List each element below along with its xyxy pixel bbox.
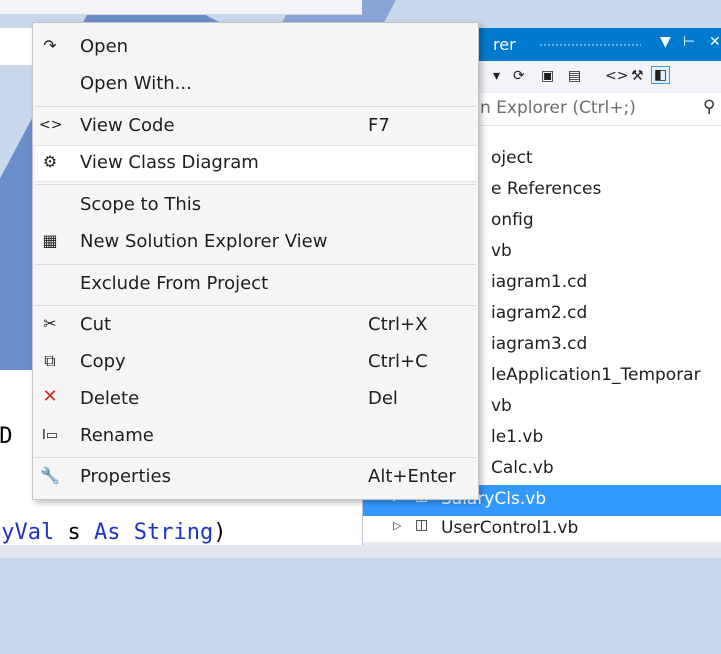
- copy-icon: ⧉: [44, 351, 56, 370]
- wrench-icon: 🔧: [40, 466, 60, 485]
- tree-item-label: vb: [491, 241, 512, 261]
- code-type: String: [133, 520, 214, 545]
- menu-item-rename[interactable]: I▭ Rename: [35, 419, 476, 454]
- menu-item-view-class-diagram[interactable]: ⚙ View Class Diagram: [35, 145, 476, 182]
- open-arrow-icon: ↷: [43, 36, 57, 55]
- chevron-down-icon[interactable]: ▾: [493, 68, 500, 84]
- menu-item-label: Scope to This: [80, 194, 202, 215]
- code-text: rD: [0, 424, 13, 449]
- horizontal-scrollbar[interactable]: [363, 542, 721, 545]
- menu-item-shortcut: Ctrl+C: [368, 351, 428, 372]
- code-keyword: ByVal: [0, 520, 55, 545]
- menu-separator: [35, 106, 476, 107]
- tree-item[interactable]: ▷ ◫ UserControl1.vb: [363, 514, 721, 545]
- menu-item-shortcut: Del: [368, 388, 398, 409]
- status-strip: [0, 545, 721, 558]
- menu-item-cut[interactable]: ✂ Cut Ctrl+X: [35, 308, 476, 343]
- menu-separator: [35, 264, 476, 265]
- code-line: ByVal s As String): [0, 520, 226, 545]
- title-grip: [539, 43, 641, 47]
- code-line: rD: [0, 424, 13, 449]
- menu-item-label: Cut: [80, 314, 112, 335]
- menu-item-open-with[interactable]: Open With...: [35, 67, 476, 102]
- tree-item-label: Calc.vb: [491, 458, 554, 478]
- delete-x-icon: ✕: [42, 386, 58, 407]
- menu-item-label: Rename: [80, 425, 154, 446]
- collapse-all-icon[interactable]: ▣: [541, 68, 554, 84]
- menu-item-copy[interactable]: ⧉ Copy Ctrl+C: [35, 345, 476, 380]
- rename-icon: I▭: [41, 428, 59, 443]
- tree-item-label: UserControl1.vb: [441, 518, 579, 538]
- menu-item-shortcut: F7: [368, 115, 390, 136]
- menu-item-label: Copy: [80, 351, 126, 372]
- context-menu: ↷ Open Open With... <> View Code F7 ⚙ Vi…: [32, 22, 479, 500]
- menu-item-shortcut: Ctrl+X: [368, 314, 428, 335]
- tree-item-label: e References: [491, 179, 602, 199]
- pin-icon[interactable]: ⊢: [683, 34, 695, 50]
- tree-item-label: vb: [491, 396, 512, 416]
- menu-separator: [35, 305, 476, 306]
- tree-item-label: iagram2.cd: [491, 303, 588, 323]
- close-icon[interactable]: ✕: [709, 34, 721, 50]
- scissors-icon: ✂: [43, 314, 57, 333]
- code-text: ): [213, 520, 227, 545]
- code-brackets-icon: <>: [39, 117, 63, 133]
- menu-item-exclude-from-project[interactable]: Exclude From Project: [35, 267, 476, 302]
- menu-item-label: Properties: [80, 466, 171, 487]
- search-placeholder: n Explorer (Ctrl+;): [480, 98, 636, 118]
- code-keyword: As: [93, 520, 121, 545]
- menu-item-label: Open: [80, 36, 129, 57]
- user-control-icon: ◫: [415, 517, 429, 533]
- properties-icon[interactable]: ⚒: [631, 68, 644, 84]
- menu-item-label: Delete: [80, 388, 140, 409]
- menu-item-properties[interactable]: 🔧 Properties Alt+Enter: [35, 460, 476, 495]
- menu-item-delete[interactable]: ✕ Delete Del: [35, 382, 476, 417]
- menu-item-shortcut: Alt+Enter: [368, 466, 456, 487]
- preview-icon[interactable]: ◧: [651, 66, 671, 84]
- solution-explorer-title: rer: [493, 35, 516, 54]
- new-window-icon: ▦: [42, 231, 58, 250]
- menu-item-label: View Class Diagram: [80, 152, 259, 173]
- menu-item-label: Exclude From Project: [80, 273, 269, 294]
- menu-item-open[interactable]: ↷ Open: [35, 30, 476, 65]
- tree-item-label: iagram3.cd: [491, 334, 588, 354]
- expand-arrow-icon[interactable]: ▷: [393, 519, 401, 532]
- search-icon[interactable]: ⚲: [703, 97, 715, 117]
- code-text: s: [54, 520, 94, 545]
- class-diagram-icon: ⚙: [42, 152, 58, 171]
- tree-item-label: le1.vb: [491, 427, 544, 447]
- menu-item-scope-to-this[interactable]: Scope to This: [35, 188, 476, 223]
- menu-separator: [35, 184, 476, 185]
- tree-item-label: onfig: [491, 210, 534, 230]
- show-all-files-icon[interactable]: ▤: [568, 68, 581, 84]
- view-code-icon[interactable]: <>: [605, 68, 628, 84]
- tree-item-label: iagram1.cd: [491, 272, 588, 292]
- dropdown-icon[interactable]: ▼: [660, 34, 671, 50]
- menu-item-label: Open With...: [80, 73, 192, 94]
- menu-item-label: New Solution Explorer View: [80, 231, 328, 252]
- editor-top-bar: [0, 0, 362, 15]
- refresh-icon[interactable]: ⟳: [513, 68, 525, 84]
- menu-item-view-code[interactable]: <> View Code F7: [35, 109, 476, 144]
- menu-item-label: View Code: [80, 115, 175, 136]
- menu-item-new-solution-explorer-view[interactable]: ▦ New Solution Explorer View: [35, 225, 476, 260]
- tree-item-label: oject: [491, 148, 533, 168]
- menu-separator: [35, 457, 476, 458]
- tree-item-label: leApplication1_Temporar: [491, 365, 701, 385]
